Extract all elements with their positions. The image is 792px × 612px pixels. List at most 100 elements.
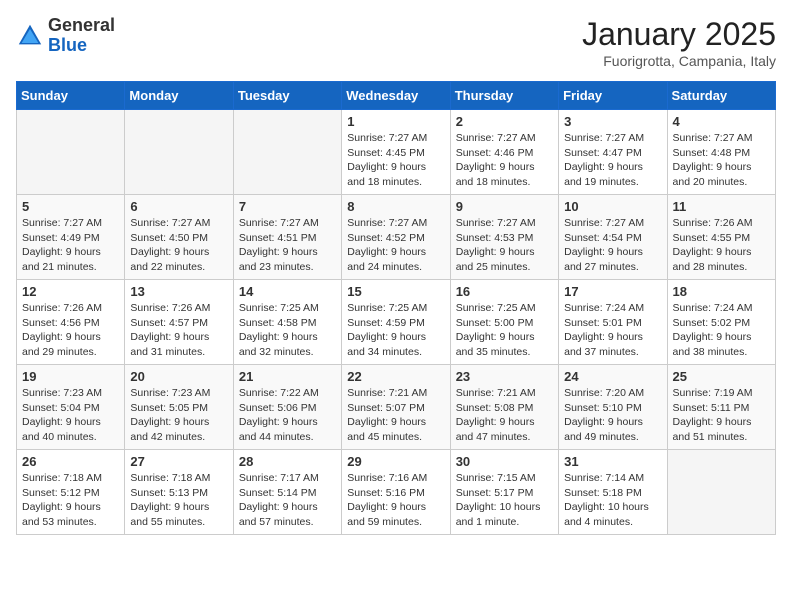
day-number: 29	[347, 454, 444, 469]
day-number: 16	[456, 284, 553, 299]
weekday-header-tuesday: Tuesday	[233, 82, 341, 110]
day-info: Sunrise: 7:27 AMSunset: 4:54 PMDaylight:…	[564, 216, 661, 275]
day-number: 25	[673, 369, 770, 384]
day-info: Sunrise: 7:27 AMSunset: 4:52 PMDaylight:…	[347, 216, 444, 275]
day-info: Sunrise: 7:14 AMSunset: 5:18 PMDaylight:…	[564, 471, 661, 530]
calendar-cell: 21Sunrise: 7:22 AMSunset: 5:06 PMDayligh…	[233, 365, 341, 450]
weekday-header-wednesday: Wednesday	[342, 82, 450, 110]
day-info: Sunrise: 7:16 AMSunset: 5:16 PMDaylight:…	[347, 471, 444, 530]
day-number: 18	[673, 284, 770, 299]
day-info: Sunrise: 7:27 AMSunset: 4:53 PMDaylight:…	[456, 216, 553, 275]
day-info: Sunrise: 7:21 AMSunset: 5:08 PMDaylight:…	[456, 386, 553, 445]
calendar-cell: 30 Sunrise: 7:15 AMSunset: 5:17 PMDayligh…	[450, 450, 558, 535]
calendar-cell: 25 Sunrise: 7:19 AMSunset: 5:11 PMDayligh…	[667, 365, 775, 450]
day-number: 5	[22, 199, 119, 214]
day-info: Sunrise: 7:17 AMSunset: 5:14 PMDaylight:…	[239, 471, 336, 530]
day-info: Sunrise: 7:20 AMSunset: 5:10 PMDaylight:…	[564, 386, 661, 445]
calendar-cell: 11 Sunrise: 7:26 AMSunset: 4:55 PMDayligh…	[667, 195, 775, 280]
calendar-cell: 15 Sunrise: 7:25 AMSunset: 4:59 PMDayligh…	[342, 280, 450, 365]
day-info: Sunrise: 7:24 AMSunset: 5:01 PMDaylight:…	[564, 301, 661, 360]
calendar-cell: 5 Sunrise: 7:27 AMSunset: 4:49 PMDaylight…	[17, 195, 125, 280]
day-info: Sunrise: 7:15 AMSunset: 5:17 PMDaylight:…	[456, 471, 553, 530]
weekday-header-thursday: Thursday	[450, 82, 558, 110]
calendar-cell: 31 Sunrise: 7:14 AMSunset: 5:18 PMDayligh…	[559, 450, 667, 535]
day-info: Sunrise: 7:27 AMSunset: 4:47 PMDaylight:…	[564, 131, 661, 190]
day-number: 31	[564, 454, 661, 469]
day-number: 30	[456, 454, 553, 469]
calendar-cell: 8Sunrise: 7:27 AMSunset: 4:52 PMDaylight…	[342, 195, 450, 280]
weekday-header-saturday: Saturday	[667, 82, 775, 110]
day-info: Sunrise: 7:27 AMSunset: 4:49 PMDaylight:…	[22, 216, 119, 275]
day-info: Sunrise: 7:26 AMSunset: 4:55 PMDaylight:…	[673, 216, 770, 275]
day-number: 19	[22, 369, 119, 384]
calendar: SundayMondayTuesdayWednesdayThursdayFrid…	[16, 81, 776, 535]
day-number: 11	[673, 199, 770, 214]
page-header: General Blue January 2025 Fuorigrotta, C…	[16, 16, 776, 69]
weekday-header-monday: Monday	[125, 82, 233, 110]
day-number: 10	[564, 199, 661, 214]
calendar-week-2: 5 Sunrise: 7:27 AMSunset: 4:49 PMDaylight…	[17, 195, 776, 280]
calendar-cell: 1 Sunrise: 7:27 AMSunset: 4:45 PMDaylight…	[342, 110, 450, 195]
calendar-cell: 13 Sunrise: 7:26 AMSunset: 4:57 PMDayligh…	[125, 280, 233, 365]
calendar-cell: 26 Sunrise: 7:18 AMSunset: 5:12 PMDayligh…	[17, 450, 125, 535]
day-number: 28	[239, 454, 336, 469]
calendar-cell: 12Sunrise: 7:26 AMSunset: 4:56 PMDayligh…	[17, 280, 125, 365]
day-number: 13	[130, 284, 227, 299]
day-info: Sunrise: 7:23 AMSunset: 5:05 PMDaylight:…	[130, 386, 227, 445]
day-number: 14	[239, 284, 336, 299]
day-number: 2	[456, 114, 553, 129]
day-info: Sunrise: 7:27 AMSunset: 4:46 PMDaylight:…	[456, 131, 553, 190]
day-info: Sunrise: 7:27 AMSunset: 4:50 PMDaylight:…	[130, 216, 227, 275]
day-info: Sunrise: 7:25 AMSunset: 4:58 PMDaylight:…	[239, 301, 336, 360]
day-info: Sunrise: 7:18 AMSunset: 5:13 PMDaylight:…	[130, 471, 227, 530]
calendar-cell: 7Sunrise: 7:27 AMSunset: 4:51 PMDaylight…	[233, 195, 341, 280]
day-info: Sunrise: 7:26 AMSunset: 4:56 PMDaylight:…	[22, 301, 119, 360]
calendar-week-4: 19 Sunrise: 7:23 AMSunset: 5:04 PMDayligh…	[17, 365, 776, 450]
day-info: Sunrise: 7:23 AMSunset: 5:04 PMDaylight:…	[22, 386, 119, 445]
day-info: Sunrise: 7:25 AMSunset: 5:00 PMDaylight:…	[456, 301, 553, 360]
day-info: Sunrise: 7:18 AMSunset: 5:12 PMDaylight:…	[22, 471, 119, 530]
calendar-cell: 29 Sunrise: 7:16 AMSunset: 5:16 PMDayligh…	[342, 450, 450, 535]
day-number: 22	[347, 369, 444, 384]
day-info: Sunrise: 7:24 AMSunset: 5:02 PMDaylight:…	[673, 301, 770, 360]
day-info: Sunrise: 7:25 AMSunset: 4:59 PMDaylight:…	[347, 301, 444, 360]
calendar-cell: 14 Sunrise: 7:25 AMSunset: 4:58 PMDayligh…	[233, 280, 341, 365]
calendar-cell: 4 Sunrise: 7:27 AMSunset: 4:48 PMDaylight…	[667, 110, 775, 195]
calendar-cell: 23 Sunrise: 7:21 AMSunset: 5:08 PMDayligh…	[450, 365, 558, 450]
calendar-cell: 24 Sunrise: 7:20 AMSunset: 5:10 PMDayligh…	[559, 365, 667, 450]
day-number: 26	[22, 454, 119, 469]
calendar-cell: 22Sunrise: 7:21 AMSunset: 5:07 PMDayligh…	[342, 365, 450, 450]
calendar-cell: 18 Sunrise: 7:24 AMSunset: 5:02 PMDayligh…	[667, 280, 775, 365]
calendar-header-row: SundayMondayTuesdayWednesdayThursdayFrid…	[17, 82, 776, 110]
day-number: 1	[347, 114, 444, 129]
calendar-cell: 3Sunrise: 7:27 AMSunset: 4:47 PMDaylight…	[559, 110, 667, 195]
calendar-cell: 17Sunrise: 7:24 AMSunset: 5:01 PMDayligh…	[559, 280, 667, 365]
weekday-header-sunday: Sunday	[17, 82, 125, 110]
calendar-cell	[125, 110, 233, 195]
month-title: January 2025	[582, 16, 776, 53]
day-info: Sunrise: 7:19 AMSunset: 5:11 PMDaylight:…	[673, 386, 770, 445]
calendar-cell	[233, 110, 341, 195]
calendar-cell	[667, 450, 775, 535]
calendar-cell: 27 Sunrise: 7:18 AMSunset: 5:13 PMDayligh…	[125, 450, 233, 535]
calendar-cell	[17, 110, 125, 195]
calendar-cell: 10 Sunrise: 7:27 AMSunset: 4:54 PMDayligh…	[559, 195, 667, 280]
day-number: 21	[239, 369, 336, 384]
logo: General Blue	[16, 16, 115, 56]
calendar-week-1: 1 Sunrise: 7:27 AMSunset: 4:45 PMDaylight…	[17, 110, 776, 195]
day-number: 15	[347, 284, 444, 299]
calendar-cell: 19 Sunrise: 7:23 AMSunset: 5:04 PMDayligh…	[17, 365, 125, 450]
logo-icon	[16, 22, 44, 50]
logo-blue: Blue	[48, 35, 87, 55]
day-info: Sunrise: 7:26 AMSunset: 4:57 PMDaylight:…	[130, 301, 227, 360]
day-number: 24	[564, 369, 661, 384]
day-info: Sunrise: 7:27 AMSunset: 4:45 PMDaylight:…	[347, 131, 444, 190]
day-number: 27	[130, 454, 227, 469]
calendar-cell: 6Sunrise: 7:27 AMSunset: 4:50 PMDaylight…	[125, 195, 233, 280]
day-info: Sunrise: 7:27 AMSunset: 4:48 PMDaylight:…	[673, 131, 770, 190]
day-number: 23	[456, 369, 553, 384]
calendar-cell: 28 Sunrise: 7:17 AMSunset: 5:14 PMDayligh…	[233, 450, 341, 535]
calendar-cell: 20Sunrise: 7:23 AMSunset: 5:05 PMDayligh…	[125, 365, 233, 450]
title-block: January 2025 Fuorigrotta, Campania, Ital…	[582, 16, 776, 69]
day-number: 4	[673, 114, 770, 129]
